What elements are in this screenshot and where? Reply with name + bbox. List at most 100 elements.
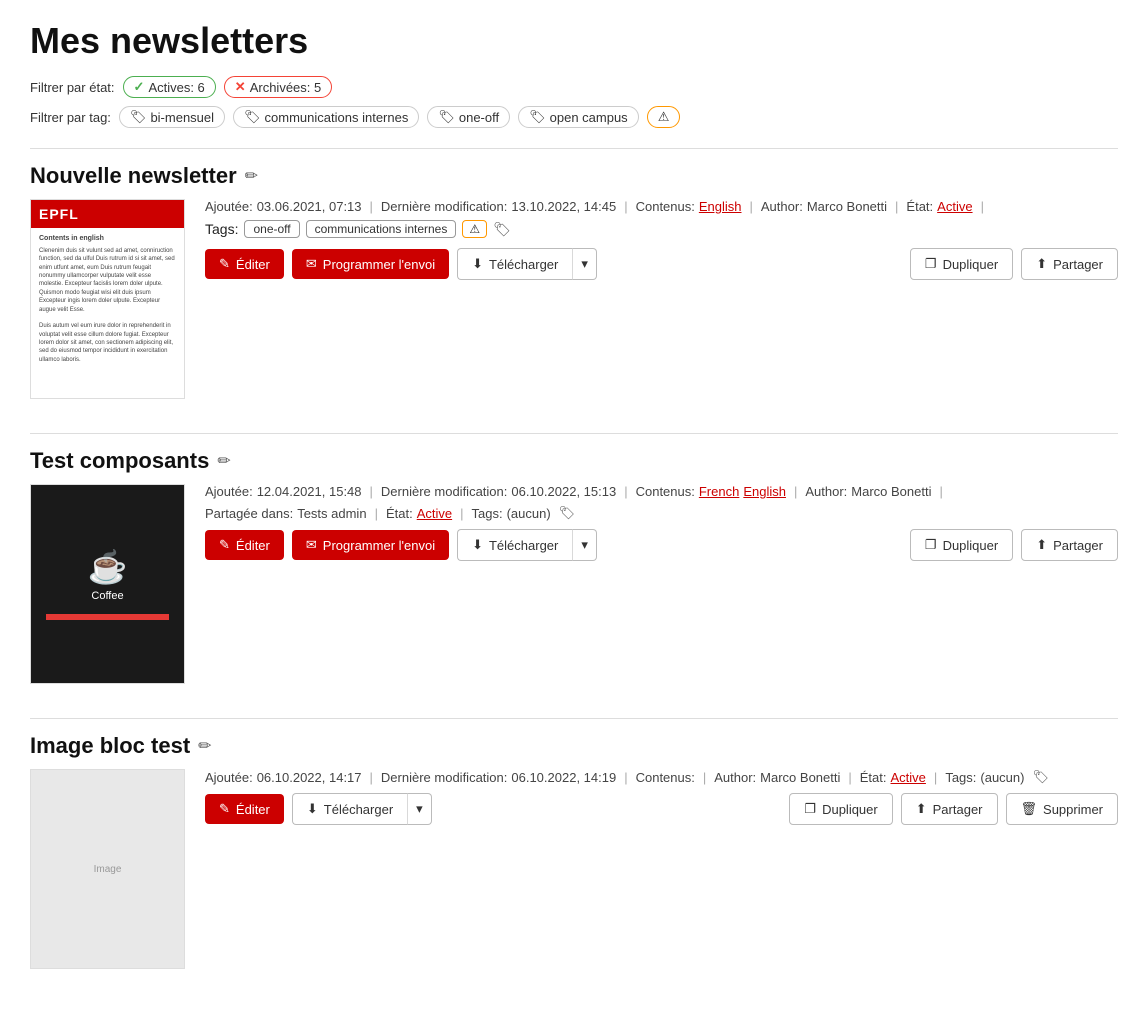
download-button-1[interactable]: ⬇ Télécharger xyxy=(457,248,572,280)
author-label-2: Author: xyxy=(805,484,847,499)
edit-label-2: Éditer xyxy=(236,538,270,553)
tags-label-3: Tags: xyxy=(945,770,976,785)
duplicate-button-2[interactable]: ❐ Dupliquer xyxy=(910,529,1013,561)
share-button-2[interactable]: ⬆ Partager xyxy=(1021,529,1118,561)
mail-icon: ✉ xyxy=(306,256,317,272)
filter-chip-active[interactable]: ✓ Actives: 6 xyxy=(123,76,216,98)
tag-icon: 🏷 xyxy=(529,109,546,125)
share-button-1[interactable]: ⬆ Partager xyxy=(1021,248,1118,280)
contenus-english-link-1[interactable]: English xyxy=(699,199,742,214)
newsletter-meta-3: Ajoutée: 06.10.2022, 14:17 | Dernière mo… xyxy=(205,769,1118,825)
meta-line-2b: Partagée dans: Tests admin | État: Activ… xyxy=(205,505,1118,521)
coffee-icon: ☕ xyxy=(88,548,128,586)
share-label-3: Partager xyxy=(933,802,983,817)
filter-chip-archived[interactable]: ✕ Archivées: 5 xyxy=(224,76,332,98)
add-tag-icon-3[interactable]: 🏷 xyxy=(1032,769,1049,785)
delete-button-3[interactable]: 🗑 Supprimer xyxy=(1006,793,1118,825)
download-caret-1[interactable]: ▾ xyxy=(572,248,597,280)
duplicate-button-3[interactable]: ❐ Dupliquer xyxy=(789,793,892,825)
schedule-button-2[interactable]: ✉ Programmer l'envoi xyxy=(292,530,449,560)
contenus-french-link-2[interactable]: French xyxy=(699,484,739,499)
tags-value-2: (aucun) xyxy=(507,506,551,521)
tag-chip-communications-internes[interactable]: 🏷 communications internes xyxy=(233,106,419,128)
actions-row-1: ✎ Éditer ✉ Programmer l'envoi ⬇ Téléchar… xyxy=(205,248,1118,280)
download-button-2[interactable]: ⬇ Télécharger xyxy=(457,529,572,561)
sep-3e: | xyxy=(934,770,937,785)
duplicate-icon-3: ❐ xyxy=(804,801,816,817)
etat-label-1: État: xyxy=(906,199,933,214)
tags-value-3: (aucun) xyxy=(980,770,1024,785)
contenus-english-link-2[interactable]: English xyxy=(743,484,786,499)
download-caret-2[interactable]: ▾ xyxy=(572,529,597,561)
thumbnail-3: Image xyxy=(30,769,185,969)
download-label-1: Télécharger xyxy=(489,257,558,272)
download-group-3: ⬇ Télécharger ▾ xyxy=(292,793,432,825)
edit-title-button-3[interactable]: ✏ xyxy=(198,736,211,756)
schedule-button-1[interactable]: ✉ Programmer l'envoi xyxy=(292,249,449,279)
newsletter-title-row-2: Test composants ✏ xyxy=(30,448,1118,474)
tag-chip-communications-internes-label: communications internes xyxy=(265,110,409,125)
share-label-1: Partager xyxy=(1053,257,1103,272)
tag-chip-bi-mensuel[interactable]: 🏷 bi-mensuel xyxy=(119,106,225,128)
download-button-3[interactable]: ⬇ Télécharger xyxy=(292,793,407,825)
etat-value-3[interactable]: Active xyxy=(891,770,926,785)
share-icon: ⬆ xyxy=(1036,256,1047,272)
tag-chip-one-off[interactable]: 🏷 one-off xyxy=(427,106,510,128)
share-button-3[interactable]: ⬆ Partager xyxy=(901,793,998,825)
tags-line-1: Tags: one-off communications internes ⚠ … xyxy=(205,220,1118,238)
tag-chip-open-campus[interactable]: 🏷 open campus xyxy=(518,106,639,128)
edit-title-button-2[interactable]: ✏ xyxy=(217,451,230,471)
author-value-2: Marco Bonetti xyxy=(851,484,931,499)
etat-value-2[interactable]: Active xyxy=(417,506,452,521)
added-date-2: 12.04.2021, 15:48 xyxy=(257,484,362,499)
download-icon-2: ⬇ xyxy=(472,537,483,553)
duplicate-label-2: Dupliquer xyxy=(943,538,999,553)
edit-button-2[interactable]: ✎ Éditer xyxy=(205,530,284,560)
chevron-down-icon: ▾ xyxy=(581,256,588,272)
add-tag-icon-2[interactable]: 🏷 xyxy=(559,505,576,521)
epfl-content: Contents in english Clenenim duis sit vu… xyxy=(31,228,184,370)
last-modified-label-3: Dernière modification: xyxy=(381,770,507,785)
thumbnail-image-bloc: Image xyxy=(31,770,184,968)
shared-value-2: Tests admin xyxy=(297,506,366,521)
added-date-1: 03.06.2021, 07:13 xyxy=(257,199,362,214)
pencil-icon: ✏ xyxy=(217,451,230,471)
coffee-label: Coffee xyxy=(91,590,123,602)
pencil-icon-3: ✏ xyxy=(198,736,211,756)
filter-chip-active-label: Actives: 6 xyxy=(148,80,204,95)
download-label-3: Télécharger xyxy=(324,802,393,817)
share-label-2: Partager xyxy=(1053,538,1103,553)
edit-icon-2: ✎ xyxy=(219,537,230,553)
added-label-3: Ajoutée: xyxy=(205,770,253,785)
tag-chip-open-campus-label: open campus xyxy=(550,110,628,125)
last-modified-date-1: 13.10.2022, 14:45 xyxy=(511,199,616,214)
add-tag-icon-1[interactable]: 🏷 xyxy=(493,221,511,238)
etat-value-1[interactable]: Active xyxy=(937,199,972,214)
mail-icon-2: ✉ xyxy=(306,537,317,553)
sep-3a: | xyxy=(370,770,373,785)
share-icon-3: ⬆ xyxy=(916,801,927,817)
actions-left-1: ✎ Éditer ✉ Programmer l'envoi ⬇ Téléchar… xyxy=(205,248,597,280)
added-label-2: Ajoutée: xyxy=(205,484,253,499)
sep-3c: | xyxy=(703,770,706,785)
tag-communications-1: communications internes xyxy=(306,220,457,238)
meta-line-3: Ajoutée: 06.10.2022, 14:17 | Dernière mo… xyxy=(205,769,1118,785)
edit-button-3[interactable]: ✎ Éditer xyxy=(205,794,284,824)
newsletter-title-2: Test composants xyxy=(30,448,209,474)
sep-1c: | xyxy=(750,199,753,214)
edit-button-1[interactable]: ✎ Éditer xyxy=(205,249,284,279)
tag-chip-bi-mensuel-label: bi-mensuel xyxy=(150,110,214,125)
image-placeholder: Image xyxy=(94,864,122,875)
download-caret-3[interactable]: ▾ xyxy=(407,793,432,825)
thumbnail-coffee-2: ☕ Coffee xyxy=(31,485,184,683)
filter-by-state-row: Filtrer par état: ✓ Actives: 6 ✕ Archivé… xyxy=(30,76,1118,98)
edit-title-button-1[interactable]: ✏ xyxy=(245,166,258,186)
tag-chip-warning[interactable]: ⚠ xyxy=(647,106,681,128)
edit-label-1: Éditer xyxy=(236,257,270,272)
sep-1d: | xyxy=(895,199,898,214)
newsletter-title-1: Nouvelle newsletter xyxy=(30,163,237,189)
download-group-2: ⬇ Télécharger ▾ xyxy=(457,529,597,561)
duplicate-button-1[interactable]: ❐ Dupliquer xyxy=(910,248,1013,280)
last-modified-date-2: 06.10.2022, 15:13 xyxy=(511,484,616,499)
filter-chip-archived-label: Archivées: 5 xyxy=(250,80,322,95)
